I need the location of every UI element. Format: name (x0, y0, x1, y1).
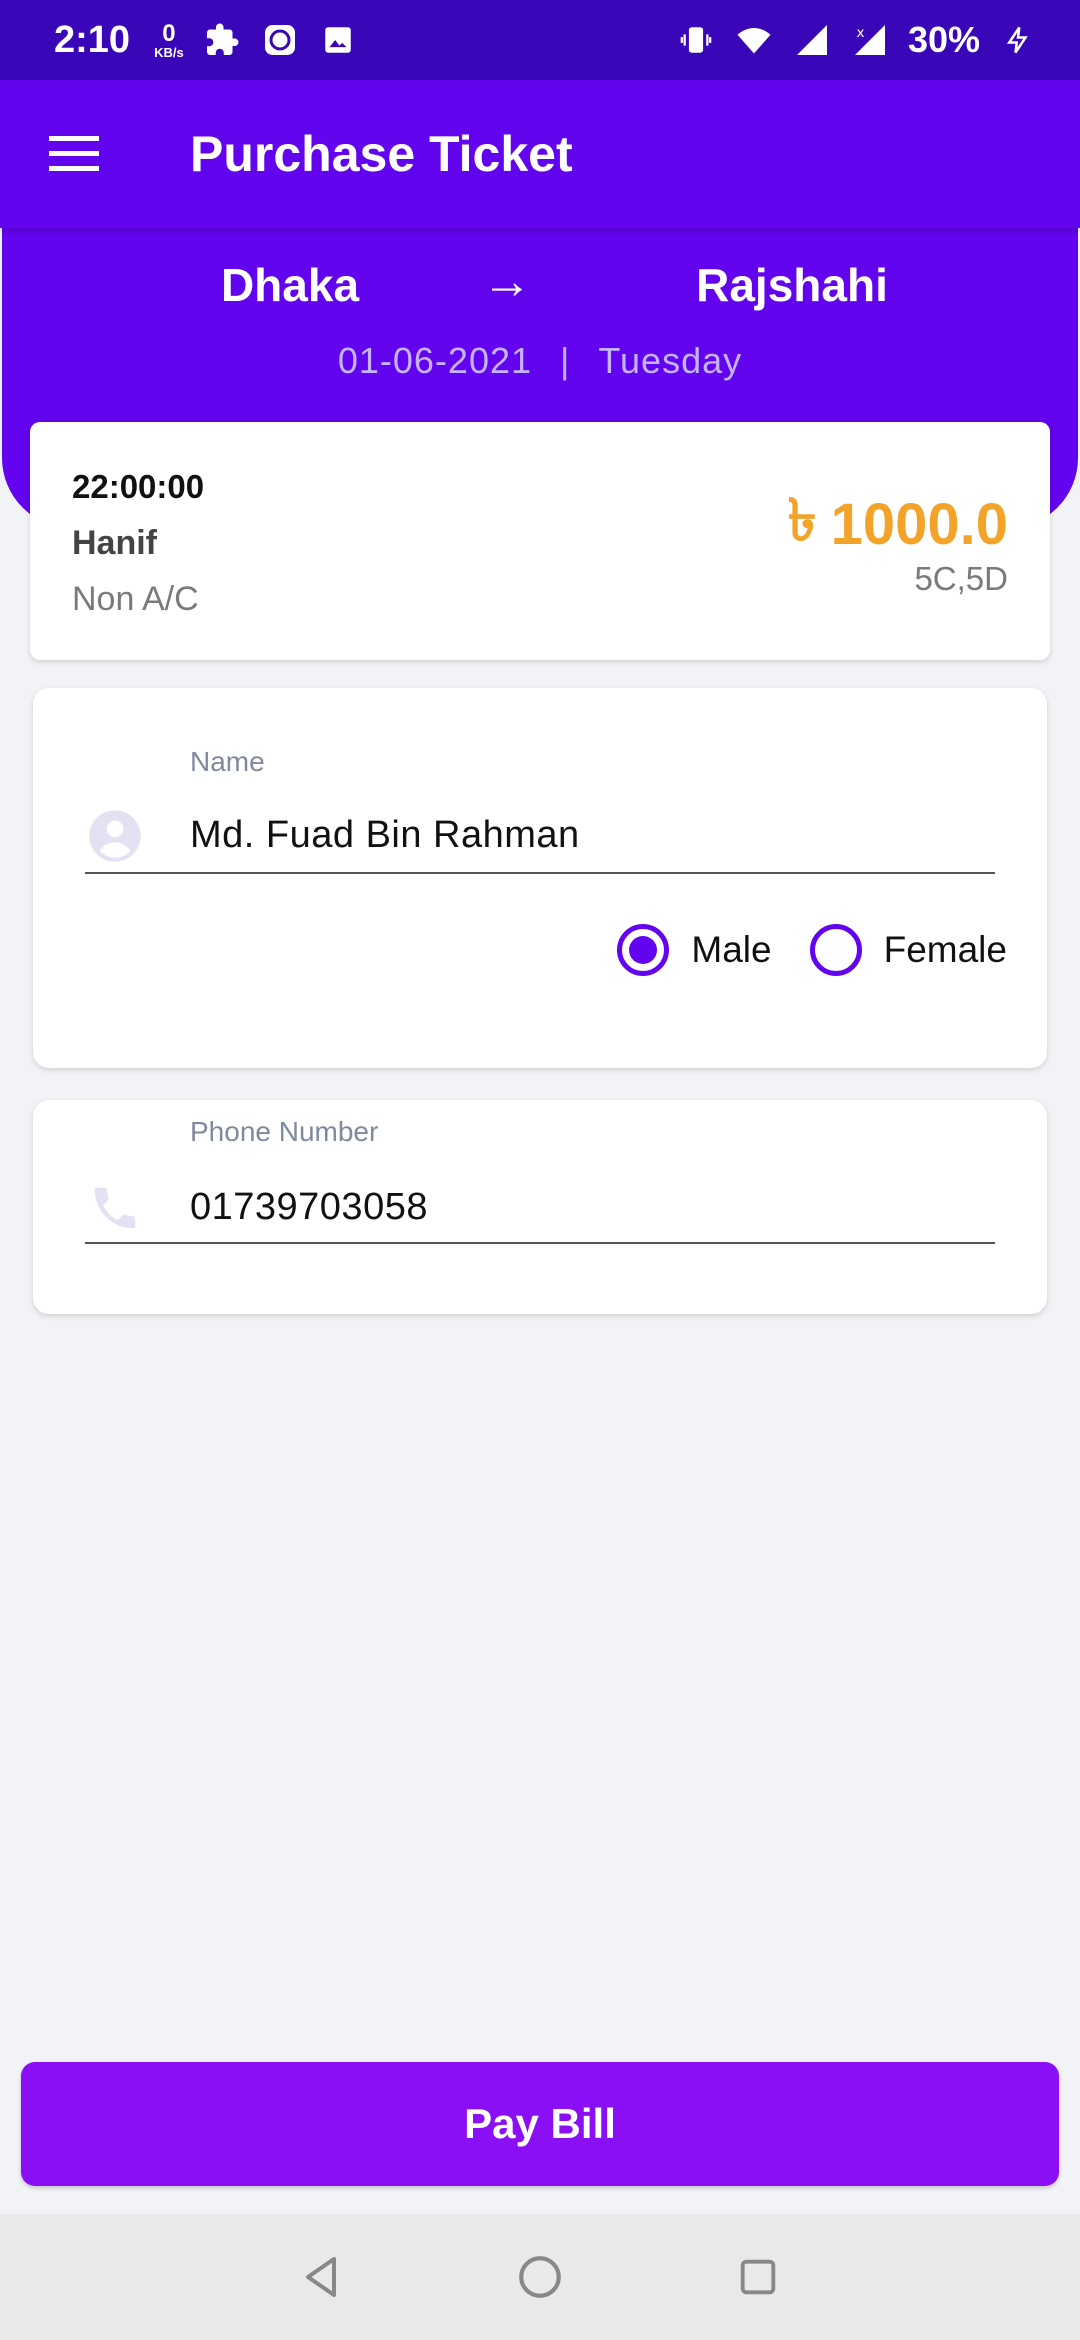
passenger-name-card: Name Md. Fuad Bin Rahman Male Female (33, 688, 1047, 1068)
travel-date: 01-06-2021 (337, 340, 533, 381)
phone-field-label: Phone Number (190, 1116, 379, 1147)
battery-percent: 30% (907, 19, 980, 60)
name-input-underline (85, 872, 995, 874)
route-to: Rajshahi (696, 259, 888, 311)
route-arrow: → (482, 253, 532, 309)
departure-time: 22:00:00 (72, 468, 205, 505)
signal-x-icon: x (850, 20, 890, 60)
network-speed-unit: KB/s (154, 44, 184, 60)
home-button[interactable] (505, 2242, 575, 2312)
status-time: 2:10 (54, 18, 131, 61)
phone-input-underline (85, 1242, 995, 1244)
network-speed: 0 KB/s (154, 19, 184, 60)
pay-bill-button[interactable]: Pay Bill (21, 2062, 1059, 2186)
bus-class: Non A/C (72, 580, 199, 618)
date-separator: | (560, 340, 571, 381)
status-right: x 30% (676, 19, 1038, 61)
hamburger-menu-button[interactable] (0, 80, 148, 228)
vibrate-icon (676, 20, 716, 60)
route-date-row: 01-06-2021 | Tuesday (2, 340, 1078, 382)
image-icon (318, 20, 358, 60)
recents-square-icon (740, 2259, 776, 2295)
puzzle-icon (202, 20, 242, 60)
back-button[interactable] (287, 2242, 357, 2312)
currency-symbol: ৳ (787, 488, 817, 553)
app-icon (260, 20, 300, 60)
route-from: Dhaka (220, 259, 360, 311)
app-bar: Purchase Ticket (0, 80, 1080, 228)
male-radio-button[interactable] (617, 924, 670, 976)
signal-icon (792, 20, 832, 60)
bus-operator: Hanif (72, 524, 157, 562)
wifi-icon (734, 20, 774, 60)
male-label: Male (691, 929, 772, 970)
page-title: Purchase Ticket (190, 126, 573, 182)
home-circle-icon (519, 2256, 561, 2298)
phone-input[interactable]: 01739703058 (190, 1186, 428, 1229)
travel-day: Tuesday (598, 340, 743, 381)
status-left: 2:10 0 KB/s (54, 19, 358, 62)
price-amount: 1000.0 (830, 492, 1008, 557)
system-navigation-bar (0, 2214, 1080, 2340)
selected-seats: 5C,5D (914, 560, 1008, 597)
female-label: Female (883, 929, 1007, 970)
network-speed-value: 0 (162, 19, 176, 47)
phone-icon (85, 1178, 145, 1238)
radio-selected-dot (629, 936, 658, 964)
ticket-price: ৳ 1000.0 (788, 476, 1008, 573)
gender-option-male[interactable]: Male (617, 924, 772, 976)
back-triangle-icon (306, 2257, 336, 2297)
recents-button[interactable] (723, 2242, 793, 2312)
person-icon (85, 806, 145, 866)
phone-number-card: Phone Number 01739703058 (33, 1100, 1047, 1314)
hamburger-menu-icon (49, 136, 99, 171)
gender-option-female[interactable]: Female (809, 924, 1007, 976)
status-bar: 2:10 0 KB/s x 30% (0, 0, 1080, 80)
svg-text:x: x (856, 25, 864, 41)
name-input[interactable]: Md. Fuad Bin Rahman (190, 814, 580, 857)
gender-radio-group: Male Female (617, 924, 1007, 976)
name-field-label: Name (190, 746, 265, 777)
charging-icon (998, 20, 1038, 60)
female-radio-button[interactable] (809, 924, 862, 976)
trip-summary-card: 22:00:00 Hanif Non A/C ৳ 1000.0 5C,5D (30, 422, 1050, 660)
